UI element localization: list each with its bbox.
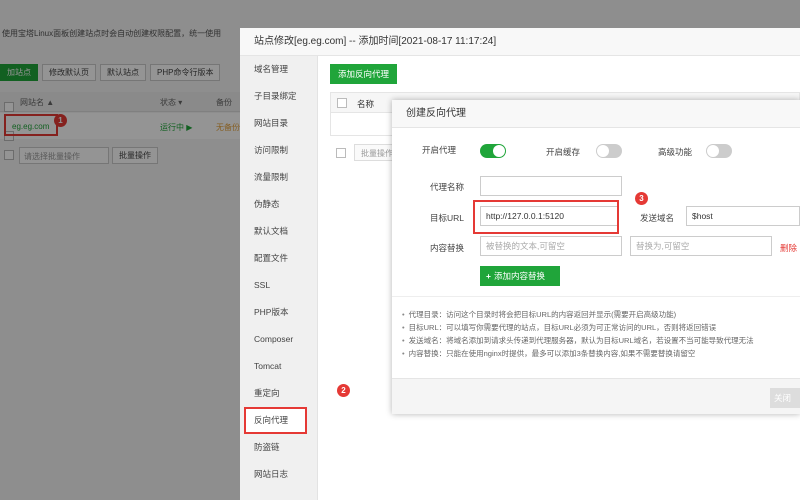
add-content-replace-button[interactable]: + 添加内容替换 [480,266,560,286]
tip-send-domain: 发送域名：将域名添加到请求头传递到代理服务器，默认为目标URL域名，若设置不当可… [402,334,800,347]
add-content-replace-label: 添加内容替换 [493,271,545,281]
advanced-label: 高级功能 [658,147,693,157]
sidebar-item-access-limit[interactable]: 访问限制 [240,137,317,164]
enable-cache-label: 开启缓存 [546,147,581,157]
proxy-name-label: 代理名称 [430,182,465,192]
enable-proxy-toggle[interactable] [480,144,506,158]
close-button[interactable]: 关闭 [770,388,800,408]
tip-content-replace: 内容替换：只能在使用nginx时提供，最多可以添加3条替换内容,如果不需要替换请… [402,347,800,360]
help-tips: 代理目录：访问这个目录时将会把目标URL的内容返回并显示(需要开启高级功能) 目… [402,308,800,360]
proxy-batch-checkbox[interactable] [336,147,346,158]
sidebar-item-composer[interactable]: Composer [240,326,317,353]
sidebar-item-site-log[interactable]: 网站日志 [240,461,317,488]
delete-rule-link[interactable]: 删除 [780,242,797,254]
advanced-toggle[interactable] [706,144,732,158]
replace-to-input[interactable]: 替换为,可留空 [630,236,772,256]
sidebar-item-rewrite[interactable]: 伪静态 [240,191,317,218]
plus-icon: + [486,271,491,281]
sidebar-item-traffic-limit[interactable]: 流量限制 [240,164,317,191]
sidebar-item-redirect[interactable]: 重定向 [240,380,317,407]
sidebar-item-hotlink[interactable]: 防盗链 [240,434,317,461]
settings-sidebar: 域名管理 子目录绑定 网站目录 访问限制 流量限制 伪静态 默认文档 配置文件 … [240,56,318,500]
proxy-select-all-checkbox[interactable] [337,98,347,108]
column-name: 名称 [357,99,375,109]
watermark: 知乎 @ [710,458,780,480]
sidebar-item-subdir-binding[interactable]: 子目录绑定 [240,83,317,110]
sidebar-item-domain[interactable]: 域名管理 [240,56,317,83]
add-reverse-proxy-button[interactable]: 添加反向代理 [330,64,398,84]
dialog-title: 创建反向代理 [392,100,800,128]
annotation-badge-3: 3 [635,192,648,205]
annotation-badge-2: 2 [337,384,350,397]
sidebar-item-config-file[interactable]: 配置文件 [240,245,317,272]
send-domain-label: 发送域名 [640,213,675,223]
replace-from-input[interactable]: 被替换的文本,可留空 [480,236,622,256]
enable-proxy-label: 开启代理 [422,145,457,155]
send-domain-input[interactable]: $host [686,206,800,226]
target-url-label: 目标URL [430,213,465,223]
dialog-divider [392,296,800,297]
sidebar-item-ssl[interactable]: SSL [240,272,317,299]
window-title: 站点修改[eg.eg.com] -- 添加时间[2021-08-17 11:17… [240,28,800,56]
tip-target-url: 目标URL：可以填写你需要代理的站点，目标URL必须为可正常访问的URL，否则将… [402,321,800,334]
sidebar-item-php-version[interactable]: PHP版本 [240,299,317,326]
sidebar-item-default-doc[interactable]: 默认文档 [240,218,317,245]
proxy-name-input[interactable] [480,176,622,196]
sidebar-item-site-dir[interactable]: 网站目录 [240,110,317,137]
content-replace-label: 内容替换 [430,243,465,253]
sidebar-item-reverse-proxy[interactable]: 反向代理 [244,407,307,434]
create-reverse-proxy-dialog: 创建反向代理 开启代理 开启缓存 高级功能 代理名称 目标URL http://… [392,100,800,414]
tip-proxy-dir: 代理目录：访问这个目录时将会把目标URL的内容返回并显示(需要开启高级功能) [402,308,800,321]
enable-cache-toggle[interactable] [596,144,622,158]
dialog-footer: 关闭 [392,378,800,414]
highlight-box-target-url [473,200,619,234]
sidebar-item-tomcat[interactable]: Tomcat [240,353,317,380]
